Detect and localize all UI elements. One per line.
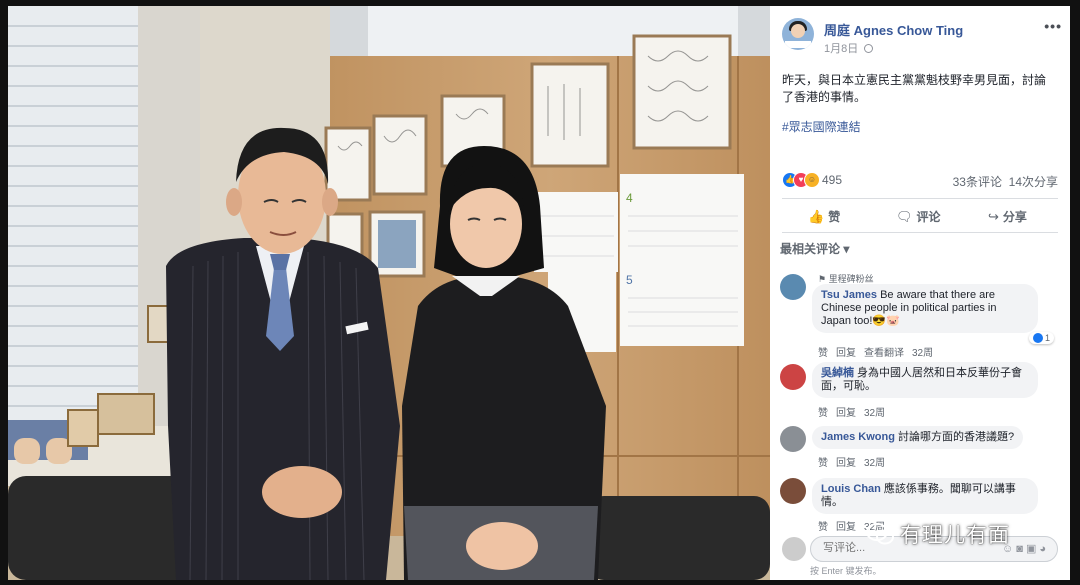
comment-item: James Kwong 討論哪方面的香港議題? 赞回复 32周: [780, 426, 1062, 470]
comment-time[interactable]: 32周: [864, 458, 885, 469]
comment-author[interactable]: Louis Chan: [821, 483, 881, 495]
svg-text:5: 5: [626, 273, 633, 287]
composer-hint: 按 Enter 键发布。: [810, 566, 882, 576]
svg-text:4: 4: [626, 191, 633, 205]
watermark: 有理儿有面: [866, 519, 1010, 549]
like-label: 赞: [828, 210, 841, 224]
comment-bubble: Tsu James Be aware that there are Chinese…: [812, 284, 1038, 333]
comment-sort-label: 最相关评论: [780, 242, 841, 256]
reaction-count[interactable]: 495: [822, 173, 842, 187]
post-date[interactable]: 1月8日: [824, 43, 858, 55]
comment-text: 討論哪方面的香港議題?: [897, 431, 1015, 443]
avatar-caption-strip: [785, 41, 811, 48]
photo-illustration: 4 5: [8, 6, 770, 580]
wechat-icon: [866, 523, 894, 545]
comment-bubble: 吳綽楠 身為中國人居然和日本反華份子會面，可恥。: [812, 362, 1038, 398]
author-avatar[interactable]: [782, 18, 814, 50]
comment-author[interactable]: James Kwong: [821, 431, 895, 443]
post-meta: 1月8日: [824, 40, 874, 56]
comment-time[interactable]: 32周: [912, 348, 933, 359]
see-translation-link[interactable]: 查看翻译: [864, 348, 904, 359]
commenter-avatar[interactable]: [780, 426, 806, 452]
screenshot-frame: 4 5 周庭 Agnes Chow Ting 1月8日 ••• 昨天，與日本立憲…: [0, 0, 1080, 585]
post-text: 昨天，與日本立憲民主黨黨魁枝野幸男見面，討論了香港的事情。: [782, 73, 1047, 104]
comment-like-link[interactable]: 赞: [818, 458, 828, 469]
camera-icon[interactable]: ◙: [1016, 543, 1026, 555]
comment-like-link[interactable]: 赞: [818, 408, 828, 419]
commenter-avatar[interactable]: [780, 364, 806, 390]
comment-icon: 🗨: [896, 209, 913, 224]
author-name[interactable]: 周庭 Agnes Chow Ting: [824, 20, 963, 39]
comment-author[interactable]: Tsu James: [821, 289, 877, 301]
commenter-avatar[interactable]: [780, 478, 806, 504]
more-icon[interactable]: •••: [1044, 18, 1062, 34]
comment-like-badge[interactable]: 1: [1028, 332, 1054, 344]
post-hashtag[interactable]: #眾志國際連結: [782, 118, 861, 135]
comment-bubble: James Kwong 討論哪方面的香港議題?: [812, 426, 1024, 449]
comment-reply-link[interactable]: 回复: [836, 458, 856, 469]
comment-label: 评论: [916, 210, 941, 224]
comment-item: ⚑ 里程碑粉丝 Tsu James Be aware that there are…: [780, 272, 1062, 359]
comment-bubble: Louis Chan 應該係事務。聞聊可以講事情。: [812, 478, 1038, 514]
sticker-icon[interactable]: ◕: [1039, 543, 1049, 555]
comment-actions: 赞回复 查看翻译 32周: [818, 344, 941, 359]
haha-reaction-icon: ☺: [804, 172, 820, 188]
reactions-bar[interactable]: 👍 ♥ ☺ 495 33条评论 14次分享: [782, 172, 1058, 190]
like-icon: [1032, 333, 1043, 343]
share-count[interactable]: 14次分享: [1009, 175, 1058, 189]
comment-reply-link[interactable]: 回复: [836, 408, 856, 419]
flag-icon: ⚑: [818, 274, 827, 284]
avatar-face: [791, 24, 805, 38]
comment-actions: 赞回复 32周: [818, 404, 893, 419]
post-header: 周庭 Agnes Chow Ting 1月8日 •••: [782, 16, 1062, 60]
comment-actions: 赞回复 32周: [818, 454, 893, 469]
my-avatar: [782, 537, 806, 561]
comment-like-link[interactable]: 赞: [818, 348, 828, 359]
share-label: 分享: [1002, 210, 1027, 224]
comment-sort-dropdown[interactable]: 最相关评论 ▾: [780, 240, 849, 257]
like-button[interactable]: 👍 赞: [808, 208, 840, 225]
commenter-avatar[interactable]: [780, 274, 806, 300]
comment-button[interactable]: 🗨 评论: [896, 208, 941, 225]
share-icon: ↪: [988, 209, 999, 224]
divider: [782, 232, 1058, 233]
share-button[interactable]: ↪ 分享: [988, 208, 1027, 225]
thumbs-up-icon: 👍: [808, 209, 825, 224]
comment-author[interactable]: 吳綽楠: [821, 367, 854, 379]
post-actions: 👍 赞 🗨 评论 ↪ 分享: [782, 202, 1058, 230]
watermark-text: 有理儿有面: [900, 524, 1010, 547]
divider: [782, 198, 1058, 199]
comment-like-count: 1: [1044, 333, 1050, 343]
fan-badge-label: 里程碑粉丝: [828, 274, 874, 284]
comment-like-link[interactable]: 赞: [818, 522, 828, 533]
comment-count[interactable]: 33条评论: [953, 175, 1002, 189]
comment-reply-link[interactable]: 回复: [836, 348, 856, 359]
gif-icon[interactable]: ▣: [1026, 543, 1039, 555]
comment-item: 吳綽楠 身為中國人居然和日本反華份子會面，可恥。 赞回复 32周: [780, 362, 1062, 419]
post-photo[interactable]: 4 5: [8, 6, 770, 580]
comment-reply-link[interactable]: 回复: [836, 522, 856, 533]
globe-icon: [864, 44, 874, 53]
comment-share-counts: 33条评论 14次分享: [953, 173, 1058, 190]
comment-time[interactable]: 32周: [864, 408, 885, 419]
facebook-post-panel: 周庭 Agnes Chow Ting 1月8日 ••• 昨天，與日本立憲民主黨黨…: [770, 6, 1070, 580]
chevron-down-icon: ▾: [843, 242, 850, 256]
